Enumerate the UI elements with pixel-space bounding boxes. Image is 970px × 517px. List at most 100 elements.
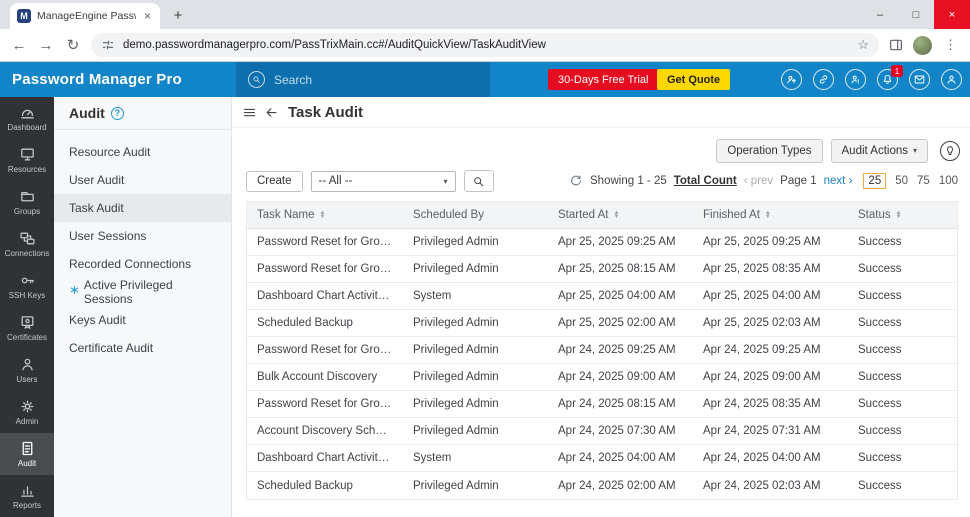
secondary-sidebar-items: Resource Audit User Audit Task Audit User S… <box>54 130 231 362</box>
browser-tab[interactable]: M ManageEngine Password Mana... × <box>10 3 160 29</box>
cell-scheduled_by: System <box>413 290 452 302</box>
table-row[interactable]: Dashboard Chart Activity Sche... System Ap… <box>247 283 957 310</box>
total-count-link[interactable]: Total Count <box>674 175 737 187</box>
cell-started: Apr 24, 2025 09:00 AM <box>558 371 676 383</box>
cell-finished: Apr 24, 2025 08:35 AM <box>703 398 821 410</box>
table-row[interactable]: Password Reset for Group - De... Privileg… <box>247 256 957 283</box>
sidebar-item-certificates[interactable]: Certificates <box>0 307 54 349</box>
help-icon[interactable]: ? <box>110 106 124 120</box>
filter-select[interactable]: -- All -- ▾ <box>310 170 456 192</box>
page-size-100[interactable]: 100 <box>939 175 958 187</box>
sidebar-item-ssh-keys[interactable]: SSH Keys <box>0 265 54 307</box>
tab-close-icon[interactable]: × <box>142 9 153 23</box>
column-header-task-name[interactable]: Task Name ▲ ▼ <box>247 209 403 221</box>
site-settings-icon[interactable] <box>101 38 115 52</box>
cell-finished: Apr 25, 2025 08:35 AM <box>703 263 821 275</box>
reload-button[interactable]: ↻ <box>64 36 82 54</box>
global-search-input[interactable] <box>274 72 444 87</box>
page-indicator: Page 1 <box>780 175 817 187</box>
cell-task: Dashboard Chart Activity Sche... <box>257 452 403 464</box>
mail-icon[interactable] <box>909 69 930 90</box>
link-icon[interactable] <box>813 69 834 90</box>
address-bar[interactable]: demo.passwordmanagerpro.com/PassTrixMain… <box>91 33 879 57</box>
forward-button[interactable]: → <box>37 37 55 54</box>
sidebar-item-users[interactable]: Users <box>0 349 54 391</box>
tab-title: ManageEngine Password Mana... <box>37 10 136 22</box>
notification-bell-icon[interactable]: 1 <box>877 65 903 90</box>
table-row[interactable]: Scheduled Backup Privileged Admin Apr 24, … <box>247 472 957 499</box>
side-panel-icon[interactable] <box>888 37 904 53</box>
cell-started: Apr 25, 2025 08:15 AM <box>558 263 676 275</box>
user-arrow-icon[interactable] <box>781 69 802 90</box>
create-button[interactable]: Create <box>246 170 303 192</box>
column-header-started-at[interactable]: Started At ▲ ▼ <box>548 209 693 221</box>
sidebar-item-active-privileged-sessions[interactable]: ∗ Active Privileged Sessions <box>54 278 231 306</box>
get-quote-button[interactable]: Get Quote <box>657 69 731 90</box>
free-trial-button[interactable]: 30-Days Free Trial <box>548 69 659 90</box>
back-arrow-icon[interactable] <box>264 105 279 120</box>
user-profile-icon[interactable] <box>941 69 962 90</box>
sort-icon[interactable]: ▲ ▼ <box>896 210 902 220</box>
task-audit-table: Task Name ▲ ▼ Scheduled By Started At ▲ ▼ Finis… <box>246 201 958 500</box>
sidebar-item-certificate-audit[interactable]: Certificate Audit <box>54 334 231 362</box>
column-header-status[interactable]: Status ▲ ▼ <box>848 209 957 221</box>
sidebar-item-admin[interactable]: Admin <box>0 391 54 433</box>
table-row[interactable]: Scheduled Backup Privileged Admin Apr 25, … <box>247 310 957 337</box>
audit-actions-button[interactable]: Audit Actions ▾ <box>830 138 928 163</box>
sidebar-item-groups[interactable]: Groups <box>0 181 54 223</box>
table-row[interactable]: Account Discovery Schedule - ... Privileg… <box>247 418 957 445</box>
sidebar-item-connections[interactable]: Connections <box>0 223 54 265</box>
top-actions: Operation Types Audit Actions ▾ <box>232 138 960 163</box>
page-size-options: 25 50 75 100 <box>863 173 958 189</box>
table-row[interactable]: Dashboard Chart Activity Sche... System Ap… <box>247 445 957 472</box>
cell-finished: Apr 25, 2025 09:25 AM <box>703 236 821 248</box>
browser-menu-icon[interactable]: ⋮ <box>941 37 960 53</box>
sidebar-item-user-sessions[interactable]: User Sessions <box>54 222 231 250</box>
sort-icon[interactable]: ▲ ▼ <box>765 210 771 220</box>
sidebar-item-user-audit[interactable]: User Audit <box>54 166 231 194</box>
page-size-25[interactable]: 25 <box>863 173 887 189</box>
cell-task: Password Reset for Group - N... <box>257 344 403 356</box>
primary-sidebar-items: Dashboard Resources Groups Connections SSH K… <box>0 97 54 517</box>
new-tab-button[interactable]: + <box>168 7 188 24</box>
window-minimize-button[interactable]: – <box>862 0 898 29</box>
cell-task: Password Reset for Group - De... <box>257 398 403 410</box>
bookmark-star-icon[interactable]: ☆ <box>857 37 869 53</box>
page-size-75[interactable]: 75 <box>917 175 930 187</box>
window-maximize-button[interactable]: □ <box>898 0 934 29</box>
cell-task: Scheduled Backup <box>257 479 353 492</box>
sort-icon[interactable]: ▲ ▼ <box>614 210 620 220</box>
table-row[interactable]: Password Reset for Group - N... Privilege… <box>247 229 957 256</box>
cell-task: Scheduled Backup <box>257 317 353 329</box>
sidebar-item-dashboard[interactable]: Dashboard <box>0 97 54 139</box>
sidebar-item-resource-audit[interactable]: Resource Audit <box>54 138 231 166</box>
browser-profile-avatar[interactable] <box>913 35 932 55</box>
refresh-icon[interactable] <box>569 174 583 188</box>
column-header-finished-at[interactable]: Finished At ▲ ▼ <box>693 209 848 221</box>
sidebar-item-reports[interactable]: Reports <box>0 475 54 517</box>
chevron-down-icon: ▾ <box>912 146 917 155</box>
connections-icon <box>19 230 36 247</box>
sidebar-item-recorded-connections[interactable]: Recorded Connections <box>54 250 231 278</box>
back-button[interactable]: ← <box>10 37 28 54</box>
cell-scheduled_by: Privileged Admin <box>413 344 499 356</box>
table-row[interactable]: Password Reset for Group - N... Privilege… <box>247 337 957 364</box>
tips-bulb-icon[interactable] <box>940 140 960 161</box>
table-row[interactable]: Bulk Account Discovery Privileged Admin Ap… <box>247 364 957 391</box>
sidebar-item-keys-audit[interactable]: Keys Audit <box>54 306 231 334</box>
table-search-button[interactable] <box>463 170 494 192</box>
cell-scheduled_by: Privileged Admin <box>413 398 499 410</box>
next-page-link[interactable]: next › <box>824 175 853 187</box>
page-size-50[interactable]: 50 <box>895 175 908 187</box>
search-icon <box>248 71 265 88</box>
table-row[interactable]: Password Reset for Group - De... Privileg… <box>247 391 957 418</box>
sort-icon[interactable]: ▲ ▼ <box>320 210 326 220</box>
sidebar-item-resources[interactable]: Resources <box>0 139 54 181</box>
user-alert-icon[interactable] <box>845 69 866 90</box>
operation-types-button[interactable]: Operation Types <box>716 138 823 163</box>
window-close-button[interactable]: × <box>934 0 970 29</box>
cell-status: Success <box>858 371 902 383</box>
sidebar-item-task-audit[interactable]: Task Audit <box>54 194 231 222</box>
menu-collapse-icon[interactable] <box>242 105 257 120</box>
sidebar-item-audit[interactable]: Audit <box>0 433 54 475</box>
